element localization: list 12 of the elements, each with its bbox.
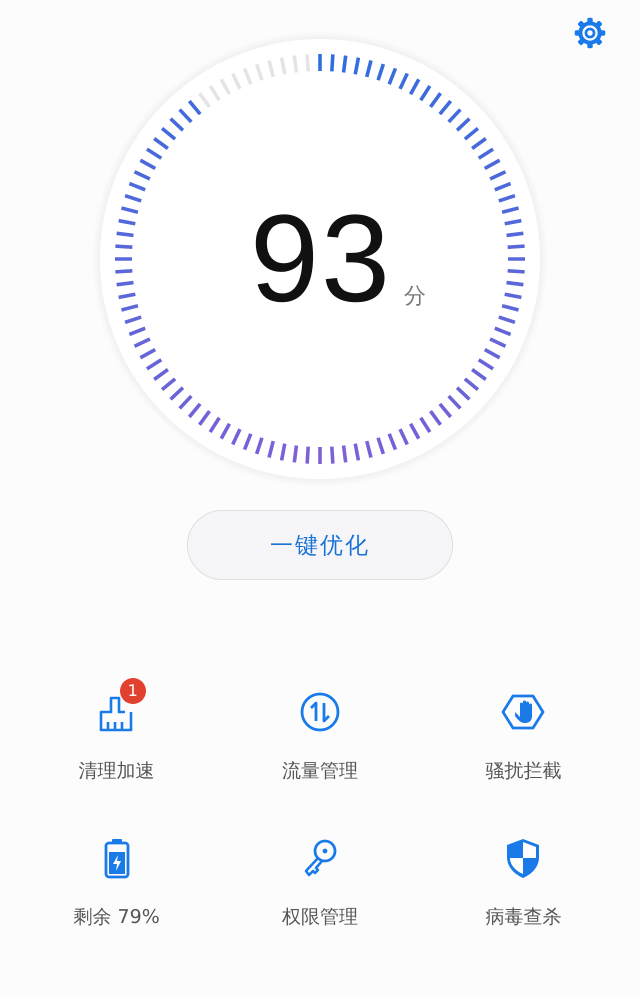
tool-label[interactable]: 剩余 79%: [74, 904, 160, 930]
tool-label[interactable]: 流量管理: [282, 758, 358, 784]
arrows-circle-icon[interactable]: [298, 690, 342, 734]
settings-icon[interactable]: [572, 15, 608, 51]
tool-label[interactable]: 权限管理: [282, 904, 358, 930]
optimize-button[interactable]: 一键优化: [187, 510, 453, 580]
tool-label[interactable]: 病毒查杀: [485, 904, 562, 930]
notification-badge: 1: [120, 678, 146, 704]
tool-label[interactable]: 骚扰拦截: [485, 758, 562, 784]
score-unit: 分: [404, 283, 426, 311]
score-value: 93: [250, 197, 392, 321]
tool-label[interactable]: 清理加速: [78, 758, 155, 784]
